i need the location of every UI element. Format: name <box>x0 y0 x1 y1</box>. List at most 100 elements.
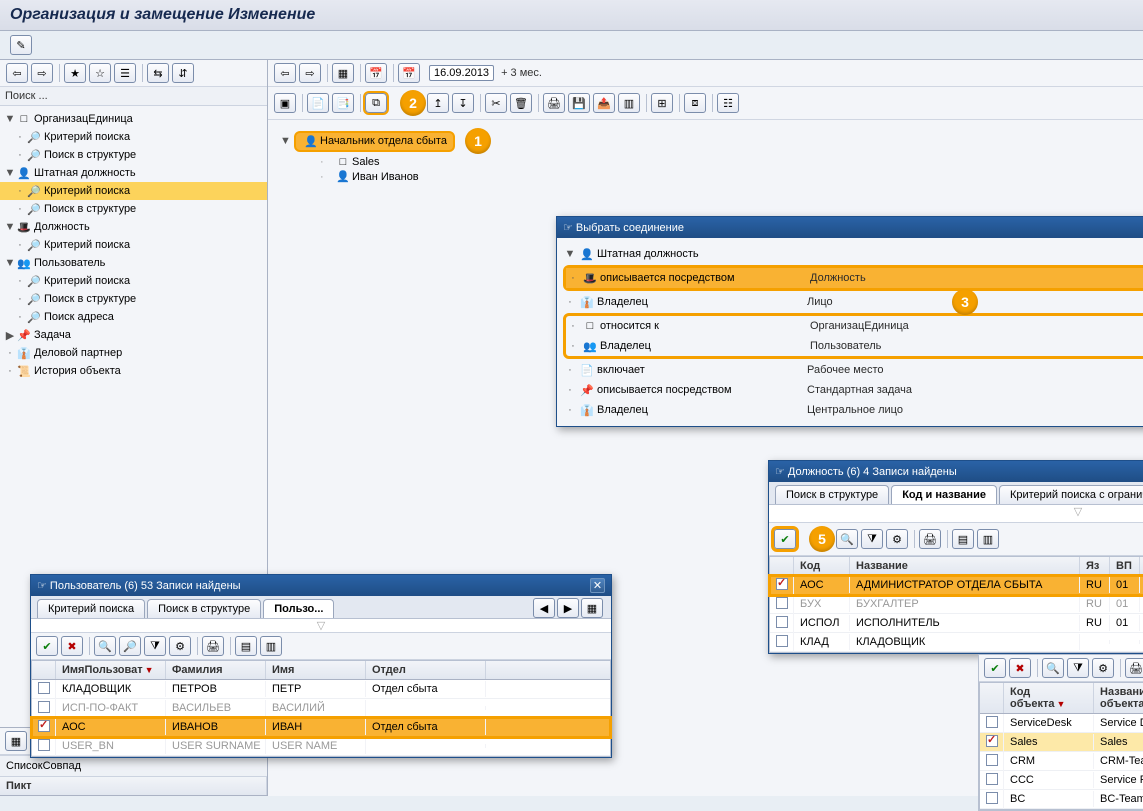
tree-item[interactable]: ·👔Деловой партнер <box>0 344 267 362</box>
orgchart-button[interactable]: ⧉ <box>365 93 387 113</box>
bookmark-add-button[interactable]: ★ <box>64 63 86 83</box>
connection-row[interactable]: ·👔ВладелецЛицо <box>563 292 1143 312</box>
delimit-button[interactable]: ✂ <box>485 93 507 113</box>
row-checkbox[interactable] <box>38 720 50 732</box>
tab-user[interactable]: Пользо... <box>263 599 334 618</box>
details-button[interactable]: ▦ <box>5 731 27 751</box>
export-button[interactable]: ▤ <box>952 529 974 549</box>
bookmark-list-button[interactable]: ☰ <box>114 63 136 83</box>
copy-button[interactable]: 📑 <box>332 93 354 113</box>
tree-item[interactable]: ▼👥Пользователь <box>0 254 267 272</box>
table-row[interactable]: CCCService Provider01.01.200631.12.9999 <box>980 771 1143 790</box>
tree-item[interactable]: ▼👤Штатная должность <box>0 164 267 182</box>
back-button[interactable]: ⇦ <box>6 63 28 83</box>
table-row[interactable]: КЛАДОВЩИКПЕТРОВПЕТРОтдел сбыта <box>32 680 610 699</box>
child-item[interactable]: ·□Sales <box>320 156 1131 168</box>
tree-item[interactable]: ·🔎Поиск в структуре <box>0 146 267 164</box>
head-position-highlight[interactable]: 👤 Начальник отдела сбыта <box>294 131 455 152</box>
tab-more-button[interactable]: ▦ <box>581 598 603 618</box>
connection-row[interactable]: ·📌описывается посредствомСтандартная зад… <box>563 380 1143 400</box>
drag-handle-icon[interactable]: ▽ <box>1074 505 1082 522</box>
tree-item[interactable]: ·🔎Поиск в структуре <box>0 200 267 218</box>
table-row[interactable]: АОСИВАНОВИВАНОтдел сбыта <box>32 718 610 737</box>
layout2-button[interactable]: ⊞ <box>651 93 673 113</box>
table-row[interactable]: БУХБУХГАЛТЕРRU01C50000745 <box>770 595 1143 614</box>
connection-row[interactable]: ·👥ВладелецПользователь <box>566 336 1143 356</box>
settings-button[interactable]: ⚙ <box>169 636 191 656</box>
date-fwd-button[interactable]: ⇨ <box>299 63 321 83</box>
tab-criteria[interactable]: Критерий поиска с ограничениями <box>999 485 1143 504</box>
tree-item[interactable]: ▶📌Задача <box>0 326 267 344</box>
level-up-button[interactable]: ↥ <box>427 93 449 113</box>
table-row[interactable]: КЛАДКЛАДОВЩИК <box>770 633 1143 652</box>
table-row[interactable]: ИСП-ПО-ФАКТВАСИЛЬЕВВАСИЛИЙ <box>32 699 610 718</box>
date-back-button[interactable]: ⇦ <box>274 63 296 83</box>
connection-row[interactable]: ▼👤Штатная должность <box>563 244 1143 264</box>
reject-button[interactable]: ✖ <box>1009 658 1031 678</box>
settings-button[interactable]: ⚙ <box>886 529 908 549</box>
table-row[interactable]: ИСПОЛИСПОЛНИТЕЛЬRU01C50000744 <box>770 614 1143 633</box>
table-row[interactable]: BCBC-Team01.01.200631.12.9999 <box>980 790 1143 809</box>
connection-row[interactable]: ·🎩описывается посредствомДолжность <box>566 268 1143 288</box>
filter-button[interactable]: ⧩ <box>861 529 883 549</box>
user-grid[interactable]: ИмяПользоват▼ФамилияИмяОтделКЛАДОВЩИКПЕТ… <box>31 660 611 757</box>
delete-button[interactable]: 🗑 <box>510 93 532 113</box>
tree-item[interactable]: ·🔎Поиск в структуре <box>0 290 267 308</box>
row-checkbox[interactable] <box>986 773 998 785</box>
tab-next-button[interactable]: ▶ <box>557 598 579 618</box>
find-next-button[interactable]: 🔎 <box>119 636 141 656</box>
connection-row[interactable]: ·□относится кОрганизацЕдиница <box>566 316 1143 336</box>
table-row[interactable]: АОСАДМИНИСТРАТОР ОТДЕЛА СБЫТАRU01C500007… <box>770 576 1143 595</box>
export-button[interactable]: 📤 <box>593 93 615 113</box>
layout-button[interactable]: ▥ <box>977 529 999 549</box>
tab-criteria[interactable]: Критерий поиска <box>37 599 145 618</box>
table-row[interactable]: CRMCRM-Team <box>980 752 1143 771</box>
calendar-button[interactable]: 📅 <box>398 63 420 83</box>
row-checkbox[interactable] <box>38 682 50 694</box>
table-row[interactable]: SalesSales01.01.200631.12.9999 <box>980 733 1143 752</box>
row-checkbox[interactable] <box>776 635 788 647</box>
tab-struct[interactable]: Поиск в структуре <box>147 599 261 618</box>
row-checkbox[interactable] <box>38 739 50 751</box>
row-checkbox[interactable] <box>986 735 998 747</box>
filter-button[interactable]: ⧩ <box>144 636 166 656</box>
row-checkbox[interactable] <box>986 754 998 766</box>
struct-button[interactable]: ⧈ <box>684 93 706 113</box>
export-button[interactable]: ▤ <box>235 636 257 656</box>
date-field[interactable]: 16.09.2013 <box>429 65 494 81</box>
drag-handle-icon[interactable]: ▽ <box>317 619 325 632</box>
fwd-button[interactable]: ⇨ <box>31 63 53 83</box>
close-icon[interactable]: ✕ <box>590 578 605 593</box>
tree-item[interactable]: ·🔎Критерий поиска <box>0 272 267 290</box>
accept-button[interactable]: ✔ <box>984 658 1006 678</box>
row-checkbox[interactable] <box>776 578 788 590</box>
print-button[interactable]: 🖨 <box>1125 658 1143 678</box>
accept-button[interactable]: ✔ <box>36 636 58 656</box>
row-checkbox[interactable] <box>776 597 788 609</box>
level-down-button[interactable]: ↧ <box>452 93 474 113</box>
layout-button[interactable]: ▥ <box>260 636 282 656</box>
assign-button[interactable]: ⇆ <box>147 63 169 83</box>
save-button[interactable]: 💾 <box>568 93 590 113</box>
connection-row[interactable]: ·👔ВладелецЦентральное лицо <box>563 400 1143 420</box>
columns-button[interactable]: ▥ <box>618 93 640 113</box>
wand-button[interactable]: ✎ <box>10 35 32 55</box>
find-button[interactable]: 🔍 <box>94 636 116 656</box>
tree-item[interactable]: ·🔎Критерий поиска <box>0 236 267 254</box>
row-checkbox[interactable] <box>38 701 50 713</box>
print-button[interactable]: 🖨 <box>202 636 224 656</box>
find-button[interactable]: 🔍 <box>836 529 858 549</box>
display-button[interactable]: 🖨 <box>543 93 565 113</box>
tree-item[interactable]: ▼□ОрганизацЕдиница <box>0 110 267 128</box>
position-grid[interactable]: КодНазваниеЯзВПТОИдОбъектАОСАДМИНИСТРАТО… <box>769 556 1143 653</box>
accept-button[interactable]: ✔ <box>774 529 796 549</box>
hier-up-button[interactable]: ▦ <box>332 63 354 83</box>
find-button[interactable]: 🔍 <box>1042 658 1064 678</box>
tab-prev-button[interactable]: ◀ <box>533 598 555 618</box>
row-checkbox[interactable] <box>776 616 788 628</box>
legend-button[interactable]: ☷ <box>717 93 739 113</box>
connection-row[interactable]: ·📄включаетРабочее место <box>563 360 1143 380</box>
tree-item[interactable]: ·🔎Поиск адреса <box>0 308 267 326</box>
row-checkbox[interactable] <box>986 792 998 804</box>
print-button[interactable]: 🖨 <box>919 529 941 549</box>
